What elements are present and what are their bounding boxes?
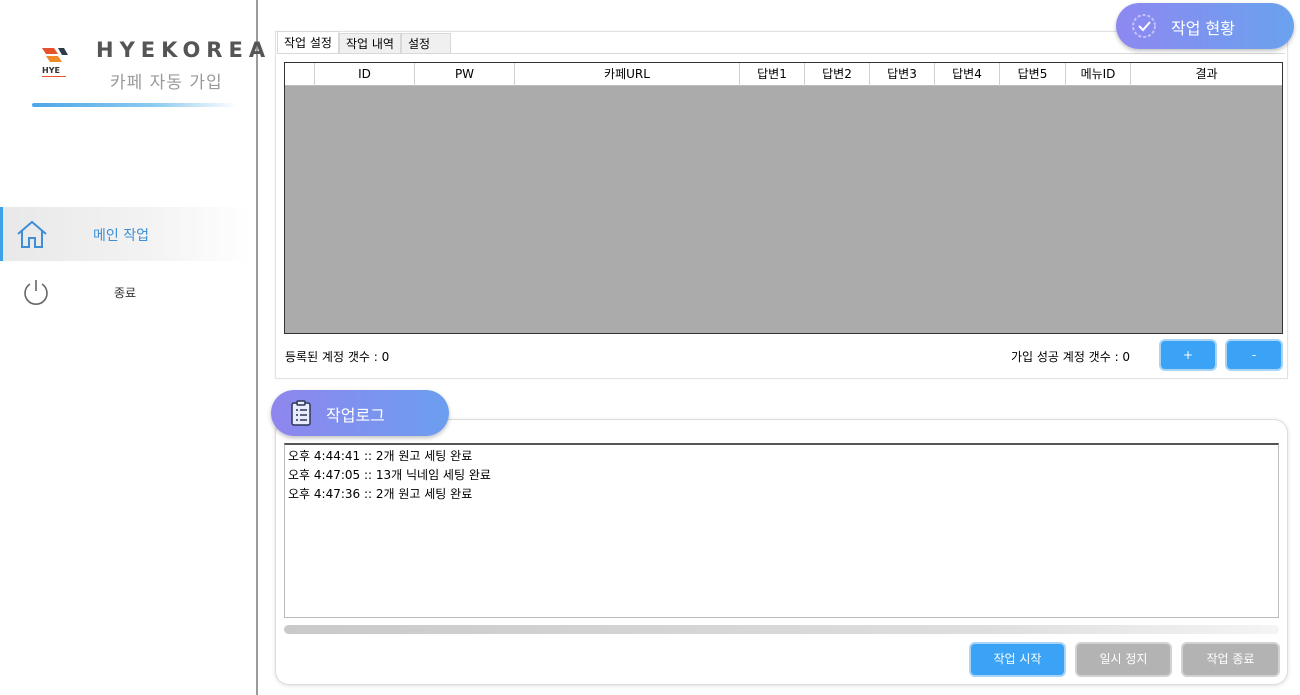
sidebar: HYE HYEKOREA 카페 자동 가입 메인 작업 종료 [0, 0, 265, 695]
column-header-select[interactable] [285, 63, 315, 86]
column-header-result[interactable]: 결과 [1131, 63, 1282, 86]
home-icon [16, 219, 48, 249]
column-header-answer4[interactable]: 답변4 [935, 63, 1000, 86]
log-line: 오후 4:47:05 :: 13개 닉네임 세팅 완료 [288, 468, 491, 482]
tab-divider [277, 53, 1285, 54]
power-icon [22, 278, 50, 306]
brand-name: HYEKOREA [96, 38, 272, 62]
column-header-id[interactable]: ID [315, 63, 415, 86]
tab-bar: 작업 설정 작업 내역 설정 [277, 31, 452, 54]
column-header-answer1[interactable]: 답변1 [740, 63, 805, 86]
task-status-header: 작업 현황 [1116, 3, 1294, 49]
brand-underline [32, 103, 237, 107]
task-status-title: 작업 현황 [1171, 19, 1235, 38]
column-header-answer3[interactable]: 답변3 [870, 63, 935, 86]
log-horizontal-scrollbar[interactable] [284, 625, 1279, 634]
stop-task-button[interactable]: 작업 종료 [1181, 642, 1280, 677]
start-task-button[interactable]: 작업 시작 [969, 642, 1066, 677]
svg-text:HYE: HYE [42, 66, 60, 75]
success-account-count: 가입 성공 계정 갯수 : 0 [1011, 350, 1131, 364]
tab-settings[interactable]: 설정 [400, 33, 452, 54]
log-output[interactable]: 오후 4:44:41 :: 2개 원고 세팅 완료 오후 4:47:05 :: … [284, 443, 1279, 618]
log-line: 오후 4:47:36 :: 2개 원고 세팅 완료 [288, 487, 473, 501]
column-header-pw[interactable]: PW [415, 63, 515, 86]
remove-account-button[interactable]: - [1225, 339, 1283, 371]
column-header-answer2[interactable]: 답변2 [805, 63, 870, 86]
column-header-menu-id[interactable]: 메뉴ID [1066, 63, 1131, 86]
column-header-cafe-url[interactable]: 카페URL [515, 63, 740, 86]
log-line: 오후 4:44:41 :: 2개 원고 세팅 완료 [288, 449, 473, 463]
brand-subtitle: 카페 자동 가입 [110, 73, 223, 93]
tab-task-history[interactable]: 작업 내역 [338, 33, 401, 54]
clipboard-icon [289, 399, 313, 427]
add-account-button[interactable]: + [1159, 339, 1217, 371]
pause-task-button[interactable]: 일시 정지 [1075, 642, 1172, 677]
column-header-answer5[interactable]: 답변5 [1000, 63, 1066, 86]
sidebar-item-label: 종료 [114, 286, 137, 300]
account-grid[interactable]: ID PW 카페URL 답변1 답변2 답변3 답변4 답변5 메뉴ID 결과 [284, 62, 1283, 334]
registered-account-count: 등록된 계정 갯수 : 0 [285, 350, 390, 364]
sidebar-item-label: 메인 작업 [93, 228, 149, 244]
sidebar-item-exit[interactable]: 종료 [0, 264, 250, 318]
brand-logo: HYE [40, 46, 70, 80]
grid-header: ID PW 카페URL 답변1 답변2 답변3 답변4 답변5 메뉴ID 결과 [285, 63, 1282, 86]
task-log-title: 작업로그 [326, 406, 385, 425]
tab-task-settings[interactable]: 작업 설정 [277, 31, 339, 53]
task-log-header: 작업로그 [271, 390, 449, 436]
check-badge-icon [1130, 12, 1158, 40]
sidebar-item-main-task[interactable]: 메인 작업 [0, 207, 250, 261]
